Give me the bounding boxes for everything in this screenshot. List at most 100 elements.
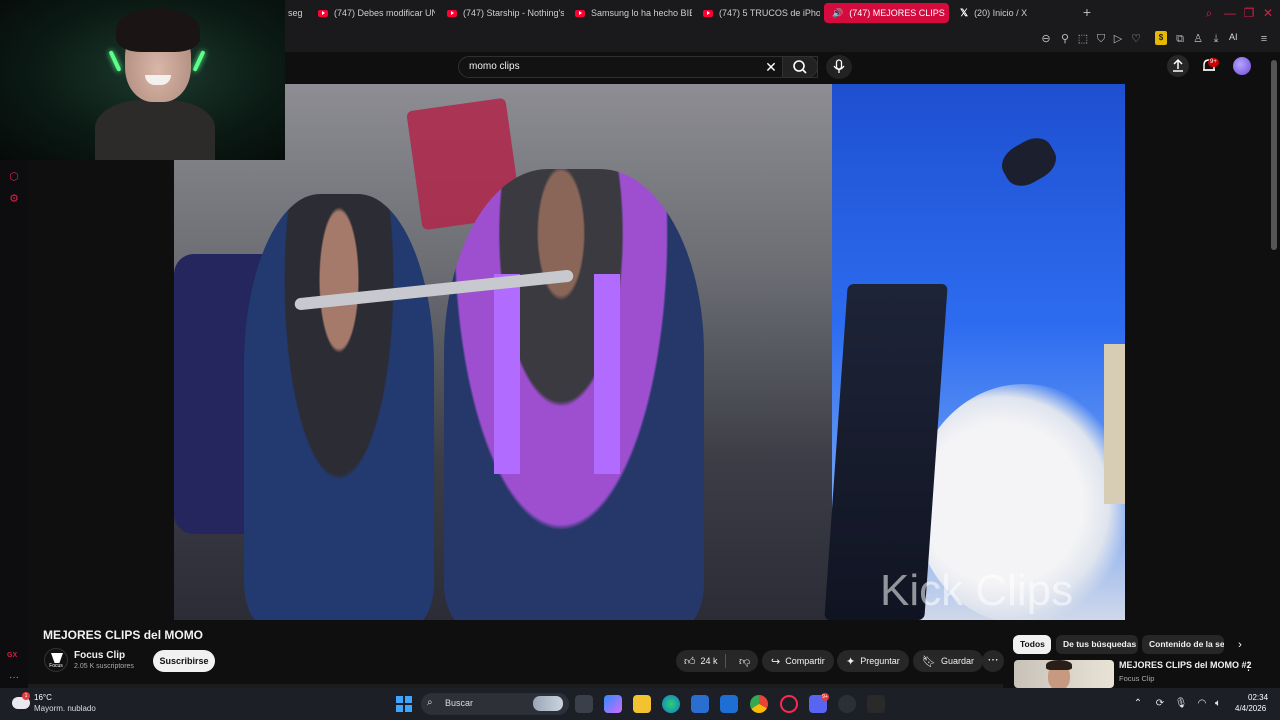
profile-icon[interactable]: ♙ xyxy=(1190,31,1206,47)
heart-icon[interactable]: ♡ xyxy=(1128,31,1144,47)
task-view-icon[interactable] xyxy=(575,695,593,713)
video-building xyxy=(1104,344,1125,504)
tab-label: (747) 5 TRUCOS de iPhon xyxy=(719,8,820,18)
weather-condition[interactable]: Mayorm. nublado xyxy=(34,704,96,713)
like-button[interactable]: 👍︎ 24 k xyxy=(676,655,720,668)
store-icon[interactable] xyxy=(691,695,709,713)
subscriber-count: 2.05 K suscriptores xyxy=(74,663,134,670)
more-actions-button[interactable]: ⋯ xyxy=(982,650,1004,672)
shield-icon[interactable]: ⛉ xyxy=(1093,31,1109,47)
ask-button[interactable]: ✦ Preguntar xyxy=(837,650,909,672)
video-letterbox-left xyxy=(28,84,174,620)
search-tabs-icon[interactable]: ⌕ xyxy=(1200,4,1218,22)
volume-icon[interactable]: 🔈︎ xyxy=(1211,697,1225,711)
network-app-icon[interactable]: ⟳ xyxy=(1153,697,1167,711)
microphone-icon[interactable]: 🎙︎ xyxy=(1174,697,1188,711)
video-harness-strap xyxy=(594,274,620,474)
tab-label: seg xyxy=(288,8,303,18)
menu-icon[interactable]: ≡ xyxy=(1256,31,1272,47)
steam-icon[interactable] xyxy=(838,695,856,713)
avatar[interactable] xyxy=(1233,57,1251,75)
search-input[interactable]: momo clips xyxy=(469,57,749,77)
recommendation-thumbnail[interactable] xyxy=(1014,660,1114,688)
youtube-icon xyxy=(575,9,585,17)
edge-icon[interactable] xyxy=(662,695,680,713)
new-tab-button[interactable]: + xyxy=(1079,4,1095,20)
wallet-extension-icon[interactable]: $ xyxy=(1155,31,1167,45)
x-logo-icon: 𝕏 xyxy=(960,7,969,19)
file-explorer-icon[interactable] xyxy=(633,695,651,713)
kebab-menu-icon[interactable]: ⋮ xyxy=(1243,660,1254,673)
tab-x[interactable]: 𝕏 (20) Inicio / X xyxy=(952,3,1052,23)
chip-all[interactable]: Todos xyxy=(1013,635,1051,654)
like-dislike-group: 👍︎ 24 k 👎︎ xyxy=(676,650,758,672)
subscribe-button[interactable]: Suscribirse xyxy=(153,650,215,672)
divider xyxy=(725,654,727,668)
opera-gx-icon[interactable] xyxy=(780,695,798,713)
ask-label: Preguntar xyxy=(860,656,900,666)
youtube-icon xyxy=(447,9,457,17)
dislike-button[interactable]: 👎︎ xyxy=(731,655,758,668)
windows-start-icon[interactable] xyxy=(396,696,412,712)
search-icon: ⌕ xyxy=(427,697,433,708)
extensions-icon[interactable]: ⧉ xyxy=(1172,31,1188,47)
recommendation-channel[interactable]: Focus Clip xyxy=(1119,674,1154,683)
extensions-sidebar-icon[interactable]: ⬡ xyxy=(7,170,21,184)
close-icon[interactable]: ✕ xyxy=(1259,4,1277,22)
minimize-icon[interactable]: — xyxy=(1221,4,1239,22)
clear-search-icon[interactable]: ✕ xyxy=(763,59,779,75)
thumbnail-hair xyxy=(1046,660,1072,670)
gx-label: GX xyxy=(7,652,18,659)
video-title: MEJORES CLIPS del MOMO xyxy=(43,628,204,642)
chip-from-searches[interactable]: De tus búsquedas xyxy=(1056,635,1138,654)
thumbs-down-icon: 👎︎ xyxy=(739,655,751,668)
video-rider-left xyxy=(244,194,434,620)
pin-icon[interactable]: ⚲ xyxy=(1057,31,1073,47)
save-label: Guardar xyxy=(940,656,974,666)
mail-icon[interactable] xyxy=(720,695,738,713)
sidebar-more-icon[interactable]: ··· xyxy=(9,672,19,683)
tab-5[interactable]: (747) 5 TRUCOS de iPhon xyxy=(695,3,820,23)
screen: seg (747) Debes modificar UN (747) Stars… xyxy=(0,0,1280,720)
webcam-headset-light xyxy=(192,50,206,72)
clock-time[interactable]: 02:34 xyxy=(1248,693,1268,702)
channel-name[interactable]: Focus Clip xyxy=(74,650,125,661)
video-player[interactable]: Kick Clips xyxy=(174,84,1125,620)
bookmark-icon: 🔖︎ xyxy=(922,655,936,668)
chrome-icon[interactable] xyxy=(750,695,768,713)
snapshot-icon[interactable]: ⬚ xyxy=(1075,31,1091,47)
settings-icon[interactable]: ⚙ xyxy=(7,192,21,206)
chip-series-content[interactable]: Contenido de la ser xyxy=(1142,635,1224,654)
tab-label: (747) Debes modificar UN xyxy=(334,8,435,18)
tab-3[interactable]: (747) Starship - Nothing's xyxy=(439,3,564,23)
clock-date[interactable]: 4/4/2026 xyxy=(1235,704,1266,713)
voice-search-button[interactable] xyxy=(826,55,852,79)
channel-avatar[interactable]: Focus clip xyxy=(44,648,68,703)
webcam-hair xyxy=(116,8,200,52)
share-label: Compartir xyxy=(785,656,825,666)
webcam-overlay xyxy=(0,0,285,160)
search-button[interactable] xyxy=(782,56,818,78)
weather-badge: 1 xyxy=(22,692,30,700)
tab-active[interactable]: 🔊 (747) MEJORES CLIPS xyxy=(824,3,949,23)
zoom-icon[interactable]: ⊖ xyxy=(1038,31,1054,47)
upload-button[interactable] xyxy=(1167,55,1189,77)
save-button[interactable]: 🔖︎ Guardar xyxy=(913,650,983,672)
video-rider-right xyxy=(444,169,704,620)
copilot-icon[interactable] xyxy=(604,695,622,713)
restore-icon[interactable]: ❐ xyxy=(1240,4,1258,22)
ai-button[interactable]: AI xyxy=(1229,32,1238,42)
chevron-right-icon[interactable]: › xyxy=(1233,638,1247,652)
chevron-up-icon[interactable]: ⌃ xyxy=(1131,697,1145,711)
speaker-icon: 🔊 xyxy=(832,7,844,18)
download-icon[interactable]: ⤓ xyxy=(1208,31,1224,47)
recommendation-title[interactable]: MEJORES CLIPS del MOMO #2 xyxy=(1119,660,1252,670)
tab-2[interactable]: (747) Debes modificar UN xyxy=(310,3,435,23)
wifi-icon[interactable]: ◠ xyxy=(1195,697,1209,711)
temperature[interactable]: 16°C xyxy=(34,693,52,702)
page-scrollbar[interactable] xyxy=(1271,60,1277,250)
play-icon[interactable]: ▷ xyxy=(1110,31,1126,47)
tab-4[interactable]: Samsung lo ha hecho BIE xyxy=(567,3,692,23)
share-button[interactable]: ↪ Compartir xyxy=(762,650,834,672)
epic-games-icon[interactable] xyxy=(867,695,885,713)
